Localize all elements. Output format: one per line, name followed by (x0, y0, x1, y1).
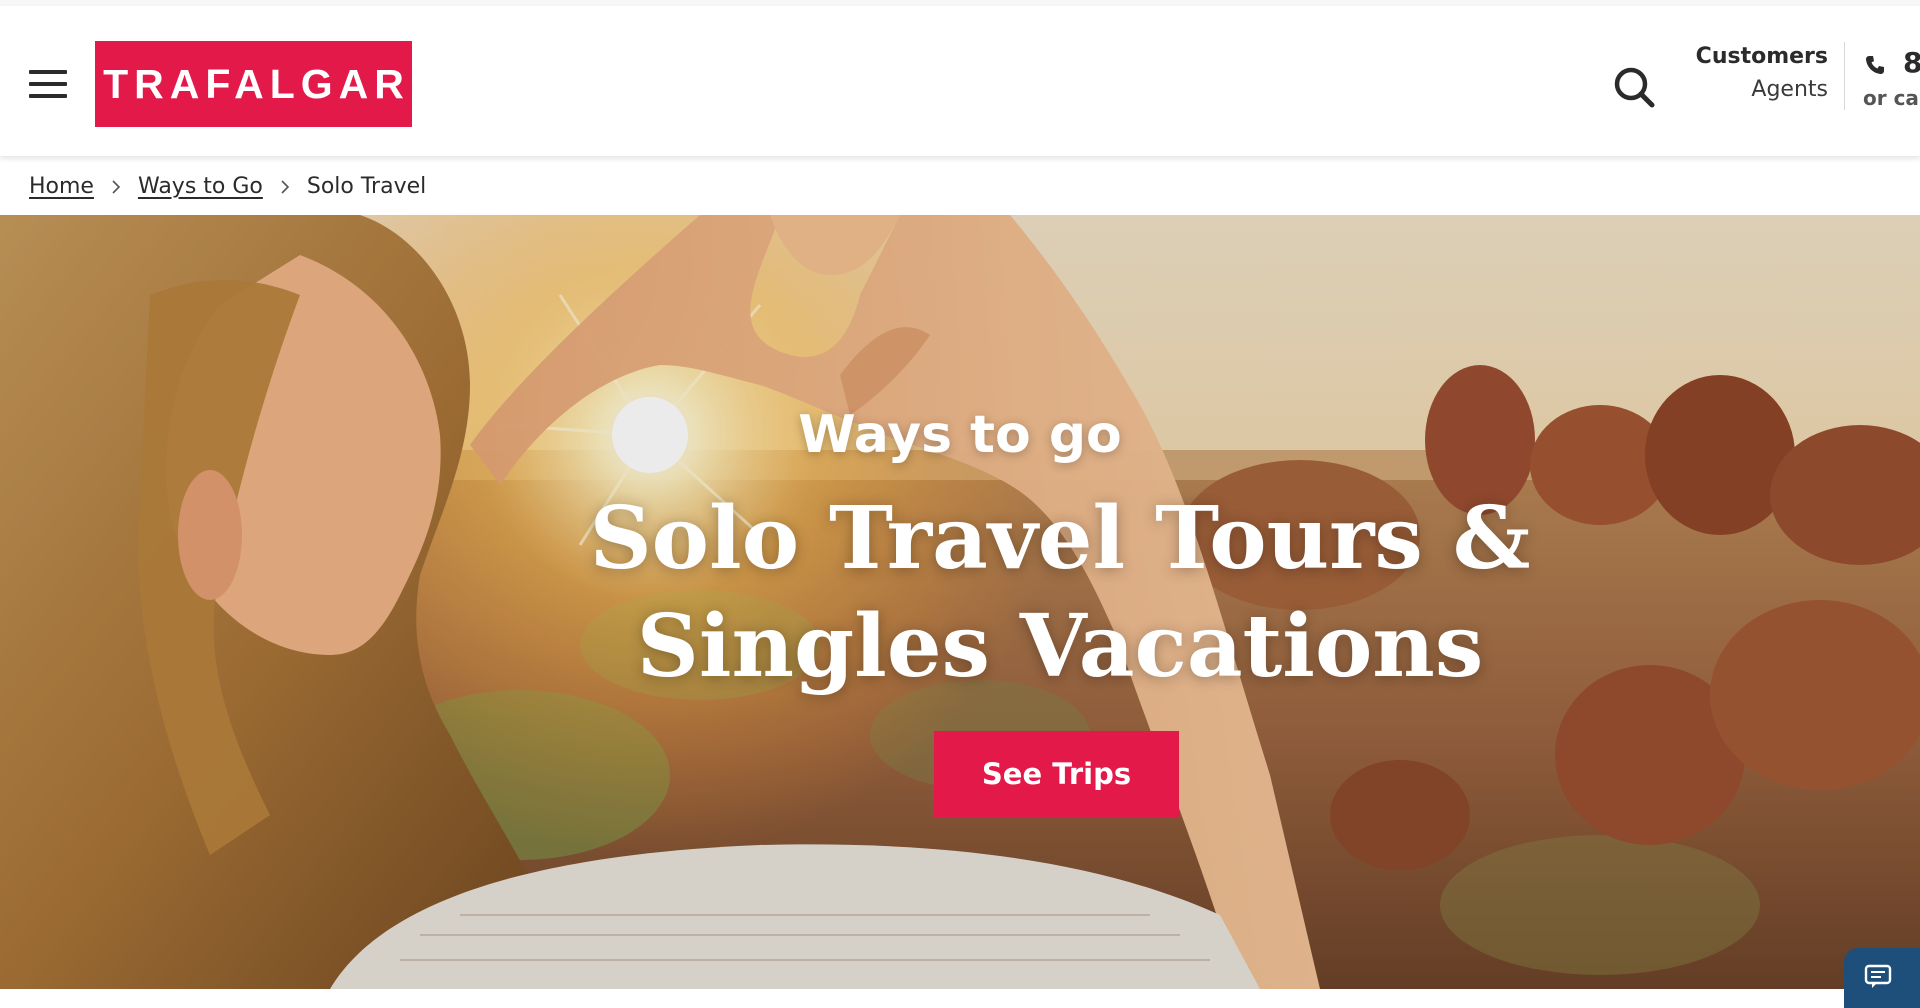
audience-switch: Customers Agents (1628, 40, 1828, 106)
chevron-right-icon (263, 177, 307, 197)
breadcrumb-ways-to-go-link[interactable]: Ways to Go (138, 174, 263, 199)
hero-kicker: Ways to go (798, 405, 1122, 465)
header-divider (1844, 42, 1845, 110)
brand-logo[interactable]: TRAFALGAR (95, 41, 412, 127)
customers-link[interactable]: Customers (1628, 40, 1828, 73)
hero-banner: Ways to go Solo Travel Tours & Singles V… (0, 215, 1920, 989)
phone-subtext: or call (1863, 86, 1920, 110)
breadcrumb-current: Solo Travel (306, 174, 427, 199)
see-trips-button[interactable]: See Trips (934, 731, 1179, 817)
brand-logo-text: TRAFALGAR (103, 60, 410, 107)
hamburger-menu-icon[interactable] (29, 70, 67, 98)
site-header: TRAFALGAR Customers Agents 8 or call (0, 6, 1920, 156)
phone-number[interactable]: 8 (1903, 46, 1920, 79)
breadcrumb: Home Ways to Go Solo Travel (0, 158, 1920, 215)
chevron-right-icon (94, 177, 138, 197)
hero-title: Solo Travel Tours & Singles Vacations (589, 488, 1531, 697)
chat-icon (1864, 964, 1892, 988)
chat-launcher-button[interactable] (1844, 948, 1920, 1008)
phone-icon (1866, 56, 1884, 74)
breadcrumb-home-link[interactable]: Home (29, 174, 94, 199)
agents-link[interactable]: Agents (1628, 73, 1828, 106)
